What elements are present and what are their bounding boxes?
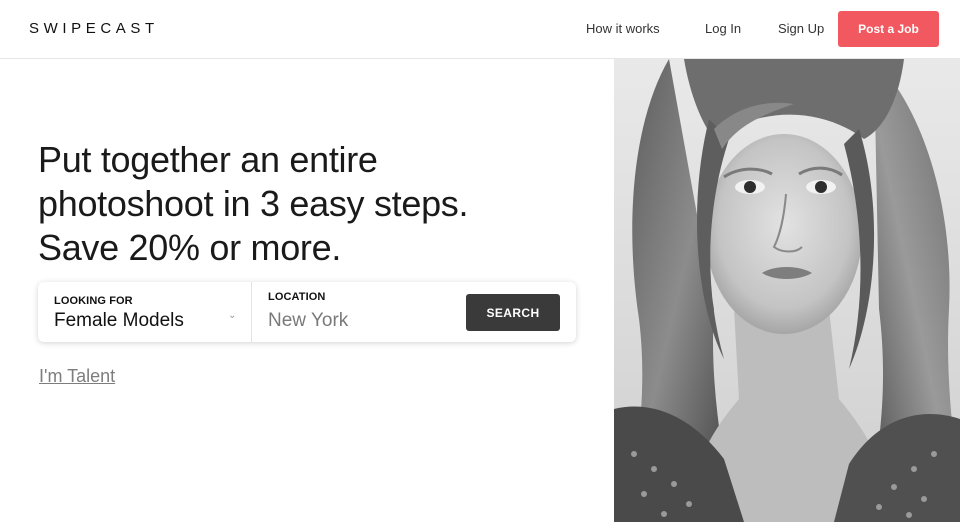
location-field: LOCATION bbox=[252, 282, 466, 342]
search-button[interactable]: SEARCH bbox=[466, 294, 560, 331]
post-a-job-button[interactable]: Post a Job bbox=[838, 11, 939, 47]
nav-how-it-works-link[interactable]: How it works bbox=[586, 21, 660, 36]
looking-for-label: LOOKING FOR bbox=[54, 295, 133, 307]
nav-log-in-link[interactable]: Log In bbox=[705, 21, 741, 36]
location-label: LOCATION bbox=[268, 291, 326, 303]
looking-for-dropdown[interactable]: LOOKING FOR Female Models ⌄ bbox=[38, 282, 252, 342]
search-card: LOOKING FOR Female Models ⌄ LOCATION SEA… bbox=[38, 282, 576, 342]
portrait-illustration bbox=[614, 59, 960, 522]
headline-line-2: photoshoot in 3 easy steps. bbox=[38, 183, 469, 224]
chevron-down-icon[interactable]: ⌄ bbox=[228, 310, 236, 321]
looking-for-value[interactable]: Female Models bbox=[54, 310, 184, 332]
swipecast-logo[interactable]: SWIPECAST bbox=[29, 20, 159, 37]
location-input[interactable] bbox=[268, 308, 453, 334]
headline-line-3: Save 20% or more. bbox=[38, 227, 342, 268]
top-navbar: SWIPECAST How it works Log In Sign Up Po… bbox=[0, 0, 960, 59]
model-portrait-image bbox=[614, 59, 960, 522]
nav-sign-up-link[interactable]: Sign Up bbox=[778, 21, 824, 36]
hero-headline: Put together an entire photoshoot in 3 e… bbox=[38, 138, 598, 270]
headline-line-1: Put together an entire bbox=[38, 139, 378, 180]
im-talent-link[interactable]: I'm Talent bbox=[39, 366, 115, 387]
